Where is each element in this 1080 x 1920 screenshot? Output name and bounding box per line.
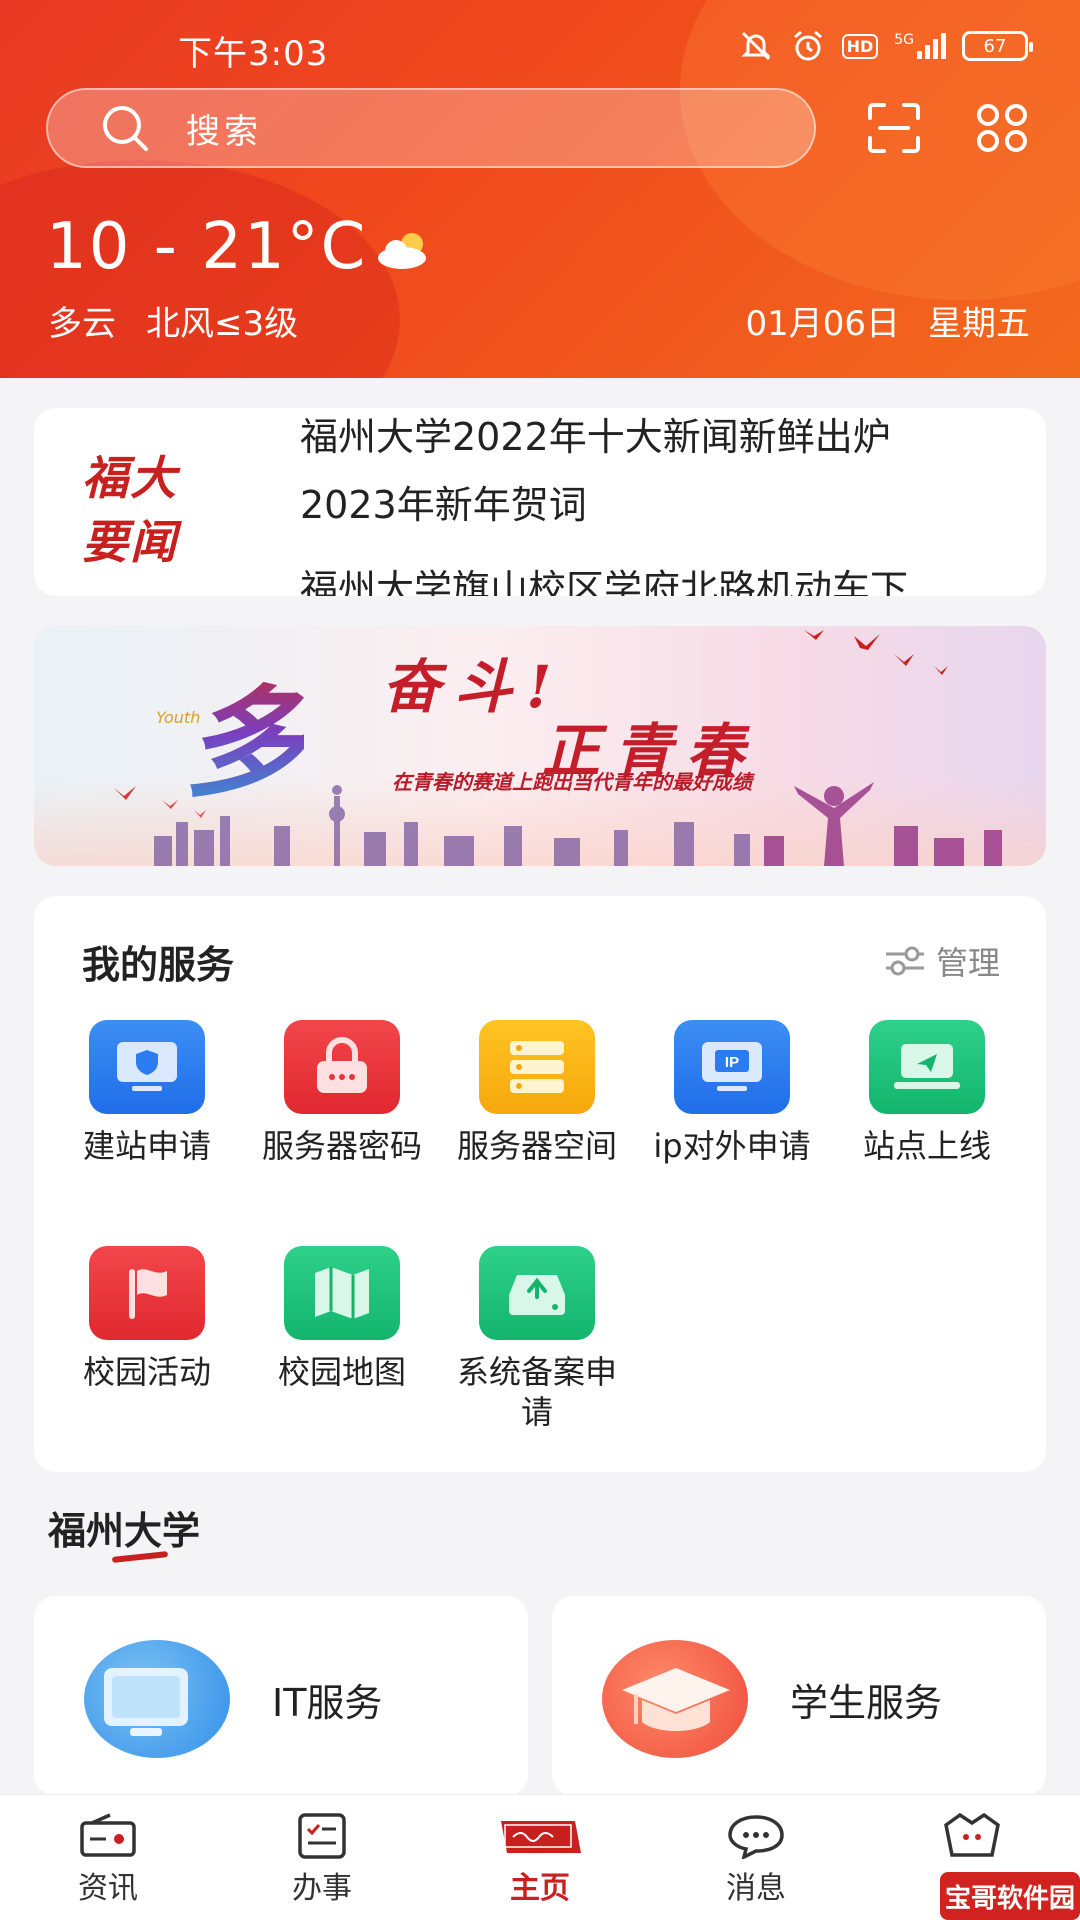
service-label: 建站申请 <box>82 1127 211 1165</box>
weekday: 星期五 <box>928 304 1030 344</box>
banner-title: 奋斗! <box>382 653 566 721</box>
alarm-icon <box>793 30 822 61</box>
student-service-card[interactable]: 学生服务 <box>552 1596 1046 1796</box>
service-label: 站点上线 <box>862 1127 991 1165</box>
weather-condition: 多云 <box>48 304 116 344</box>
my-services-card: 我的服务 管理 建站申请 服务器密码 服务器空间 IP ip对外申请 站点上线 … <box>34 896 1046 1472</box>
service-label: ip对外申请 <box>653 1127 811 1165</box>
radio-icon <box>80 1813 136 1857</box>
partly-cloudy-icon <box>378 233 426 269</box>
service-build-site[interactable]: 建站申请 <box>59 1020 235 1166</box>
bell-muted-icon <box>740 31 771 61</box>
ip-monitor-icon: IP <box>674 1020 790 1114</box>
news-item[interactable]: 福州大学旗山校区学府北路机动车下 <box>300 558 908 596</box>
profile-icon <box>944 1813 1000 1857</box>
search-input[interactable]: 搜索 <box>46 88 816 168</box>
news-logo-line: 要闻 <box>82 515 178 569</box>
scan-icon[interactable] <box>866 102 922 154</box>
nav-affairs[interactable]: 办事 <box>252 1813 392 1907</box>
nav-home[interactable]: 主页 <box>470 1813 610 1907</box>
status-icons: HD 5G 67 <box>738 28 1033 64</box>
apps-grid-icon[interactable] <box>974 102 1030 154</box>
server-icon <box>479 1020 595 1114</box>
promo-banner[interactable]: Youth 多 奋斗! 正青春 在青春的赛道上跑出当代青年的最好成绩 <box>34 626 1046 866</box>
nav-label: 消息 <box>726 1871 786 1906</box>
service-server-space[interactable]: 服务器空间 <box>449 1020 625 1166</box>
service-label: 系统备案申请 <box>456 1353 617 1431</box>
sliders-icon <box>885 946 924 976</box>
service-label: 服务器空间 <box>456 1127 617 1165</box>
banner-logo: 多 <box>184 646 304 820</box>
date: 01月06日 <box>745 304 900 344</box>
signal-icon: 5G <box>894 33 946 59</box>
nav-label: 办事 <box>292 1871 352 1906</box>
news-logo-line: 福大 <box>82 451 178 505</box>
date-display: 01月06日 星期五 <box>745 296 1030 345</box>
service-campus-activity[interactable]: 校园活动 <box>59 1246 235 1392</box>
wind-info: 北风≤3级 <box>146 304 299 344</box>
service-server-password[interactable]: 服务器密码 <box>254 1020 430 1166</box>
status-bar: 下午3:03 HD 5G 67 <box>0 0 1080 96</box>
card-label: IT服务 <box>272 1681 383 1725</box>
services-title: 我的服务 <box>82 943 235 987</box>
service-label: 服务器密码 <box>261 1127 422 1165</box>
manage-button[interactable]: 管理 <box>884 938 1000 984</box>
home-badge-icon <box>501 1821 581 1853</box>
service-ip-external[interactable]: IP ip对外申请 <box>644 1020 820 1166</box>
battery-icon: 67 <box>962 31 1033 61</box>
search-icon <box>103 106 148 151</box>
news-item[interactable]: 福州大学2022年十大新闻新鲜出炉 <box>300 408 891 461</box>
card-label: 学生服务 <box>790 1681 943 1725</box>
battery-level: 67 <box>983 35 1007 57</box>
disk-upload-icon <box>479 1246 595 1340</box>
status-time: 下午3:03 <box>178 34 329 74</box>
service-campus-map[interactable]: 校园地图 <box>254 1246 430 1392</box>
weather-description: 多云 北风≤3级 <box>48 296 298 345</box>
nav-news[interactable]: 资讯 <box>38 1813 178 1907</box>
temperature: 10 - 21°C <box>46 210 368 284</box>
news-item[interactable]: 2023年新年贺词 <box>300 474 587 529</box>
lock-icon <box>284 1020 400 1114</box>
laptop-send-icon <box>869 1020 985 1114</box>
graduation-cap-icon <box>602 1640 748 1758</box>
computer-icon <box>84 1640 230 1758</box>
flag-icon <box>89 1246 205 1340</box>
chat-icon <box>728 1815 784 1859</box>
header: 下午3:03 HD 5G 67 搜索 10 - 21°C 多云 北风≤3级 01… <box>0 0 1080 378</box>
map-icon <box>284 1246 400 1340</box>
service-label: 校园活动 <box>82 1353 211 1391</box>
nav-messages[interactable]: 消息 <box>686 1813 826 1907</box>
svg-text:IP: IP <box>725 1054 739 1071</box>
service-label: 校园地图 <box>277 1353 406 1391</box>
banner-subtitle: 在青春的赛道上跑出当代青年的最好成绩 <box>392 770 752 794</box>
nav-label: 资讯 <box>78 1871 138 1906</box>
watermark: 宝哥软件园 <box>940 1872 1080 1920</box>
monitor-shield-icon <box>89 1020 205 1114</box>
news-list: 福州大学2022年十大新闻新鲜出炉 2023年新年贺词 福州大学旗山校区学府北路… <box>266 408 1026 596</box>
search-placeholder: 搜索 <box>186 111 262 152</box>
bottom-navigation: 资讯 办事 主页 消息 我的 <box>0 1794 1080 1920</box>
manage-label: 管理 <box>935 944 1000 982</box>
section-title: 福州大学 <box>48 1509 201 1553</box>
news-ticker-card[interactable]: 福大 要闻 福州大学2022年十大新闻新鲜出炉 2023年新年贺词 福州大学旗山… <box>34 408 1046 596</box>
it-service-card[interactable]: IT服务 <box>34 1596 528 1796</box>
nav-label: 主页 <box>510 1871 570 1906</box>
service-system-filing[interactable]: 系统备案申请 <box>449 1246 625 1432</box>
service-site-online[interactable]: 站点上线 <box>839 1020 1015 1166</box>
news-logo: 福大 要闻 <box>82 446 232 574</box>
checklist-icon <box>298 1813 346 1859</box>
network-type: 5G <box>894 32 914 48</box>
hd-icon: HD <box>841 33 879 59</box>
